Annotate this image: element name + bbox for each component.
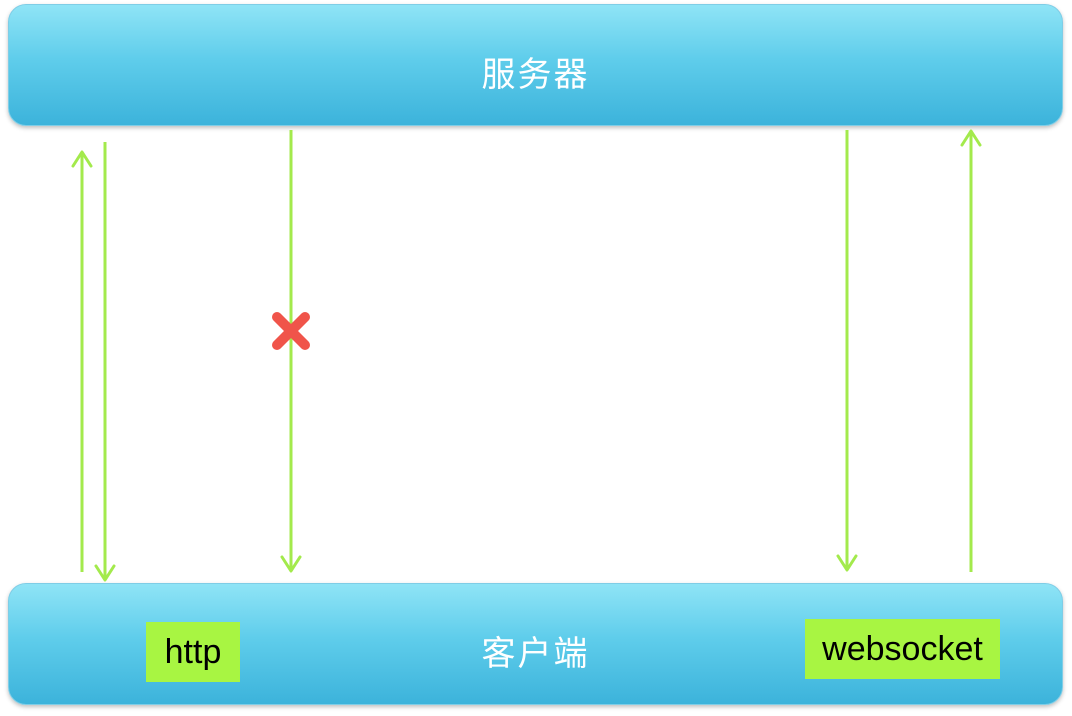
websocket-send-arrow	[960, 129, 982, 572]
http-push-arrow	[280, 130, 302, 573]
diagram: 服务器 客户端 http websocket	[0, 0, 1072, 716]
arrows-layer	[71, 129, 982, 582]
websocket-push-arrow	[836, 130, 858, 572]
http-response-arrow	[94, 142, 116, 582]
http-request-arrow	[71, 150, 93, 572]
